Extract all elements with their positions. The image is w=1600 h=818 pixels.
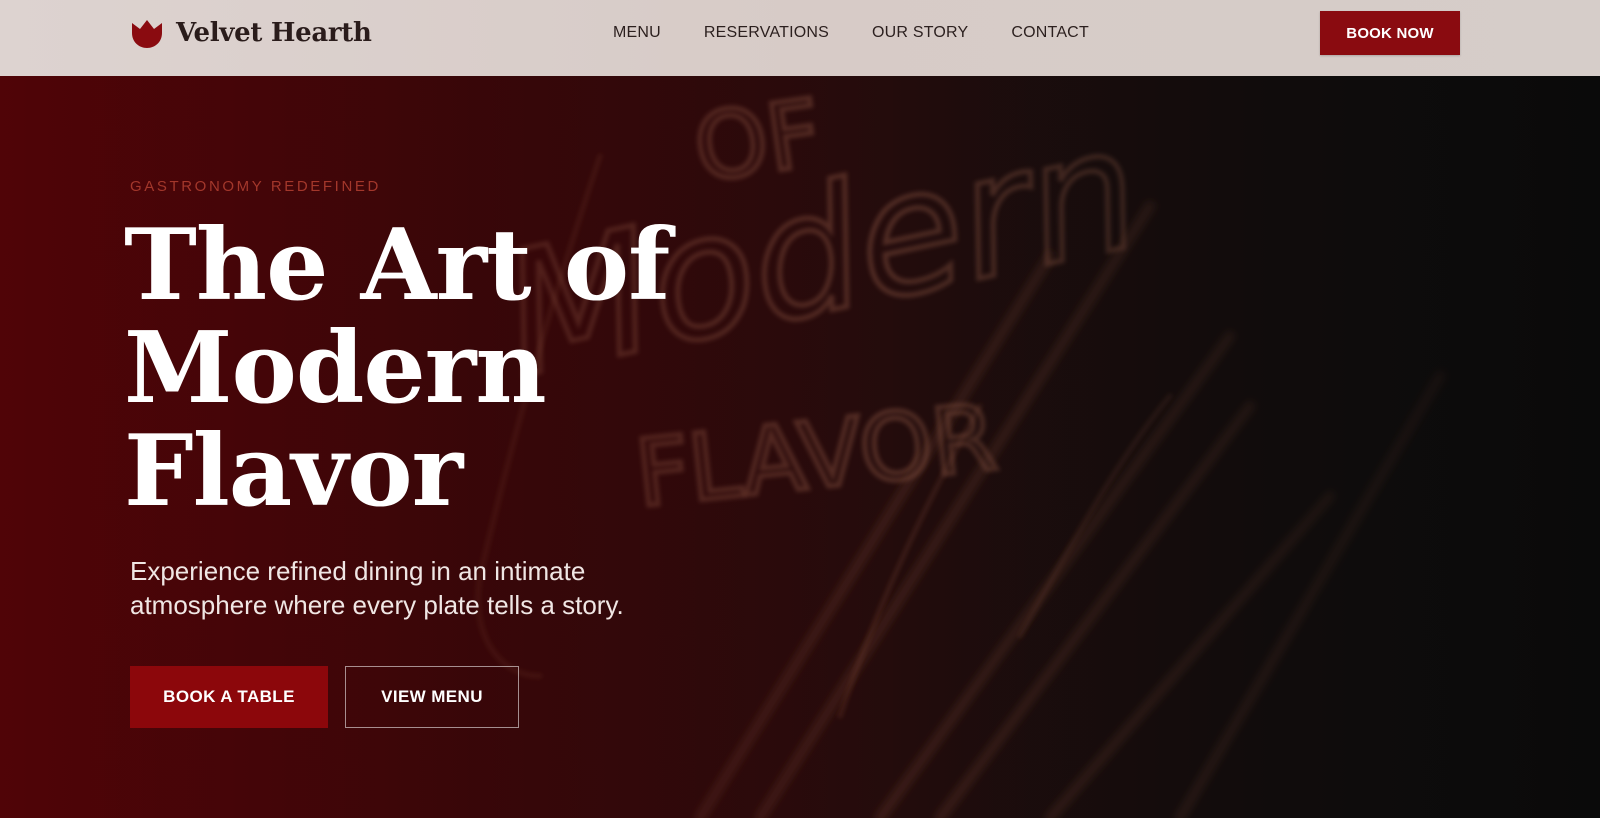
hero-headline-line: Flavor (124, 414, 463, 529)
book-a-table-button[interactable]: BOOK A TABLE (130, 666, 328, 728)
nav-item-menu[interactable]: MENU (613, 24, 661, 42)
tulip-icon (132, 20, 162, 48)
hero-headline-line: Modern (124, 311, 547, 426)
brand-name: Velvet Hearth (176, 18, 372, 48)
hero-subtext: Experience refined dining in an intimate… (130, 556, 624, 620)
nav-item-reservations[interactable]: RESERVATIONS (704, 24, 829, 42)
brand-logo[interactable]: Velvet Hearth (130, 17, 372, 49)
hero-section: OF Modern FLAVOR GASTRONOMY REDEFINED Th… (0, 76, 1600, 818)
view-menu-button[interactable]: VIEW MENU (345, 666, 519, 728)
hero-headline-line: The Art of (124, 208, 670, 323)
nav-item-contact[interactable]: CONTACT (1011, 24, 1089, 42)
site-header: Velvet Hearth MENU RESERVATIONS OUR STOR… (0, 0, 1600, 76)
nav-item-our-story[interactable]: OUR STORY (872, 24, 968, 42)
main-nav: MENU RESERVATIONS OUR STORY CONTACT (613, 24, 1089, 42)
hero-headline: The Art of Modern Flavor (124, 214, 824, 523)
book-now-button[interactable]: BOOK NOW (1320, 11, 1460, 55)
hero-eyebrow: GASTRONOMY REDEFINED (130, 178, 381, 195)
bg-text-of: OF (688, 79, 827, 202)
